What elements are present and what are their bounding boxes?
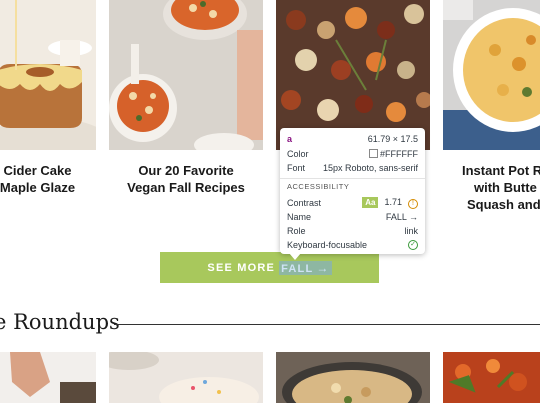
- card-title-line: Vegan Fall Recipes: [127, 180, 245, 195]
- contrast-badge: Aa: [362, 196, 379, 208]
- card-image-bottom-4[interactable]: [443, 352, 540, 403]
- card-title-line: Cider Cake: [3, 163, 72, 178]
- section-heading: e Roundups: [0, 310, 120, 334]
- card-title-cider-cake[interactable]: Cider Cake Maple Glaze: [0, 162, 85, 196]
- role-label: Role: [287, 225, 306, 236]
- mac-cheese-photo: [443, 0, 540, 150]
- contrast-value: 1.71: [384, 196, 402, 207]
- card-image-bottom-2[interactable]: [99, 350, 263, 408]
- card-title-line: Instant Pot R: [462, 163, 540, 178]
- see-more-highlight: FALL: [281, 262, 314, 275]
- hands-photo: [0, 352, 96, 403]
- soup-photo: [109, 0, 263, 150]
- role-value: link: [404, 225, 418, 236]
- curry-photo: [443, 352, 540, 403]
- devtools-inspector-tooltip: a 61.79 × 17.5 Color #FFFFFF Font 15px R…: [280, 128, 425, 254]
- card-image-instant-pot[interactable]: [443, 0, 540, 150]
- pasta-photo: [276, 352, 430, 408]
- card-title-line: Maple Glaze: [0, 180, 76, 195]
- name-label: Name: [287, 211, 312, 222]
- frosted-cake-photo: [99, 350, 263, 408]
- element-size: 61.79 × 17.5: [367, 133, 418, 144]
- cake-photo: [0, 0, 96, 150]
- color-swatch-icon: [369, 148, 378, 158]
- font-value: 15px Roboto, sans-serif: [322, 162, 418, 173]
- card-title-instant-pot[interactable]: Instant Pot R with Butte Squash and: [452, 162, 540, 213]
- card-image-cider-cake[interactable]: [0, 0, 96, 150]
- card-title-fall-recipes[interactable]: Our 20 Favorite Vegan Fall Recipes: [109, 162, 263, 196]
- name-value: FALL →: [385, 211, 418, 222]
- see-more-fall-button[interactable]: SEE MORE FALL →: [160, 252, 379, 283]
- card-title-line: Squash and: [467, 197, 540, 212]
- color-label: Color: [287, 148, 309, 159]
- card-title-line: Our 20 Favorite: [138, 163, 234, 178]
- font-label: Font: [287, 162, 306, 173]
- accessibility-section-title: ACCESSIBILITY: [287, 182, 350, 191]
- card-image-bottom-1[interactable]: [0, 352, 96, 403]
- color-value: #FFFFFF: [380, 148, 418, 159]
- see-more-highlight-link[interactable]: FALL →: [279, 260, 332, 275]
- tooltip-arrow: [289, 253, 301, 260]
- section-divider: [114, 324, 540, 325]
- arrow-right-icon: →: [316, 260, 330, 275]
- warning-icon: !: [408, 198, 418, 209]
- divider: [280, 178, 425, 179]
- see-more-label: SEE MORE: [207, 261, 276, 274]
- element-tag: a: [287, 133, 293, 144]
- focusable-label: Keyboard-focusable: [287, 239, 368, 250]
- card-image-bottom-3[interactable]: [276, 352, 430, 408]
- check-circle-icon: ✓: [408, 239, 418, 250]
- contrast-label: Contrast: [287, 197, 322, 208]
- card-image-fall-recipes[interactable]: [109, 0, 263, 150]
- card-title-line: with Butte: [474, 180, 537, 195]
